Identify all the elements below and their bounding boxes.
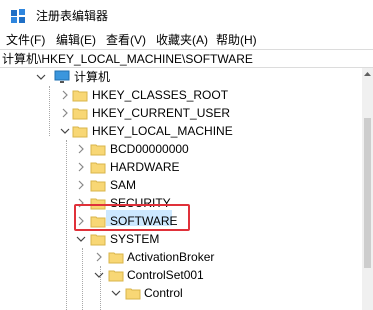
scrollbar-thumb[interactable] xyxy=(364,118,371,268)
tree-item-activationbroker[interactable]: ActivationBroker xyxy=(0,248,362,266)
tree-root[interactable]: 计算机 xyxy=(0,68,362,86)
tree-item-label: ActivationBroker xyxy=(127,250,215,264)
tree-item-hkey-classes-root[interactable]: HKEY_CLASSES_ROOT xyxy=(0,86,362,104)
tree-item-label: BCD00000000 xyxy=(110,142,189,156)
tree-item-label: SYSTEM xyxy=(110,232,160,246)
menu-bar: 文件(F) 编辑(E) 查看(V) 收藏夹(A) 帮助(H) xyxy=(0,31,373,49)
annotation-highlight-box xyxy=(74,204,190,231)
tree-item-sam[interactable]: SAM xyxy=(0,176,362,194)
tree-item-label: 计算机 xyxy=(74,70,111,84)
computer-icon xyxy=(54,70,70,83)
folder-icon xyxy=(72,108,88,120)
registry-editor-icon xyxy=(11,9,25,23)
chevron-down-icon[interactable] xyxy=(111,286,121,300)
chevron-right-icon[interactable] xyxy=(60,106,70,120)
tree-item-label: HKEY_CLASSES_ROOT xyxy=(92,88,229,102)
registry-tree[interactable]: 计算机 HKEY_CLASSES_ROOT HKEY_CURRENT_USER … xyxy=(0,68,362,310)
tree-item-label: HARDWARE xyxy=(110,160,180,174)
folder-icon xyxy=(90,180,106,192)
address-path[interactable]: 计算机\HKEY_LOCAL_MACHINE\SOFTWARE xyxy=(2,52,253,66)
folder-icon xyxy=(90,144,106,156)
tree-item-label: SAM xyxy=(110,178,137,192)
tree-item-label: HKEY_CURRENT_USER xyxy=(92,106,231,120)
folder-open-icon xyxy=(108,270,124,282)
chevron-right-icon[interactable] xyxy=(76,160,86,174)
menu-favorites[interactable]: 收藏夹(A) xyxy=(156,33,208,47)
folder-icon xyxy=(90,162,106,174)
tree-item-label: HKEY_LOCAL_MACHINE xyxy=(92,124,233,138)
chevron-down-icon[interactable] xyxy=(76,232,86,246)
menu-edit[interactable]: 编辑(E) xyxy=(56,33,96,47)
vertical-scrollbar[interactable] xyxy=(362,68,373,310)
tree-item-hkey-current-user[interactable]: HKEY_CURRENT_USER xyxy=(0,104,362,122)
chevron-down-icon[interactable] xyxy=(94,268,104,282)
menu-file[interactable]: 文件(F) xyxy=(6,33,45,47)
chevron-right-icon[interactable] xyxy=(94,250,104,264)
tree-item-control[interactable]: Control xyxy=(0,284,362,302)
chevron-right-icon[interactable] xyxy=(76,142,86,156)
menu-help[interactable]: 帮助(H) xyxy=(216,33,257,47)
tree-item-system[interactable]: SYSTEM xyxy=(0,230,362,248)
tree-item-label: Control xyxy=(144,286,183,300)
folder-open-icon xyxy=(125,288,141,300)
menu-view[interactable]: 查看(V) xyxy=(106,33,146,47)
window-title: 注册表编辑器 xyxy=(36,9,109,23)
chevron-right-icon[interactable] xyxy=(76,178,86,192)
folder-icon xyxy=(72,90,88,102)
chevron-down-icon[interactable] xyxy=(36,70,46,84)
folder-open-icon xyxy=(90,234,106,246)
chevron-down-icon[interactable] xyxy=(60,124,70,138)
folder-open-icon xyxy=(72,126,88,138)
chevron-right-icon[interactable] xyxy=(60,88,70,102)
tree-item-hkey-local-machine[interactable]: HKEY_LOCAL_MACHINE xyxy=(0,122,362,140)
tree-item-label: ControlSet001 xyxy=(127,268,204,282)
tree-item-controlset001[interactable]: ControlSet001 xyxy=(0,266,362,284)
tree-item-hardware[interactable]: HARDWARE xyxy=(0,158,362,176)
tree-item-bcd[interactable]: BCD00000000 xyxy=(0,140,362,158)
folder-icon xyxy=(108,252,124,264)
scroll-up-icon[interactable] xyxy=(364,70,371,78)
address-bar[interactable]: 计算机\HKEY_LOCAL_MACHINE\SOFTWARE xyxy=(0,49,373,68)
title-bar: 注册表编辑器 xyxy=(0,0,373,31)
